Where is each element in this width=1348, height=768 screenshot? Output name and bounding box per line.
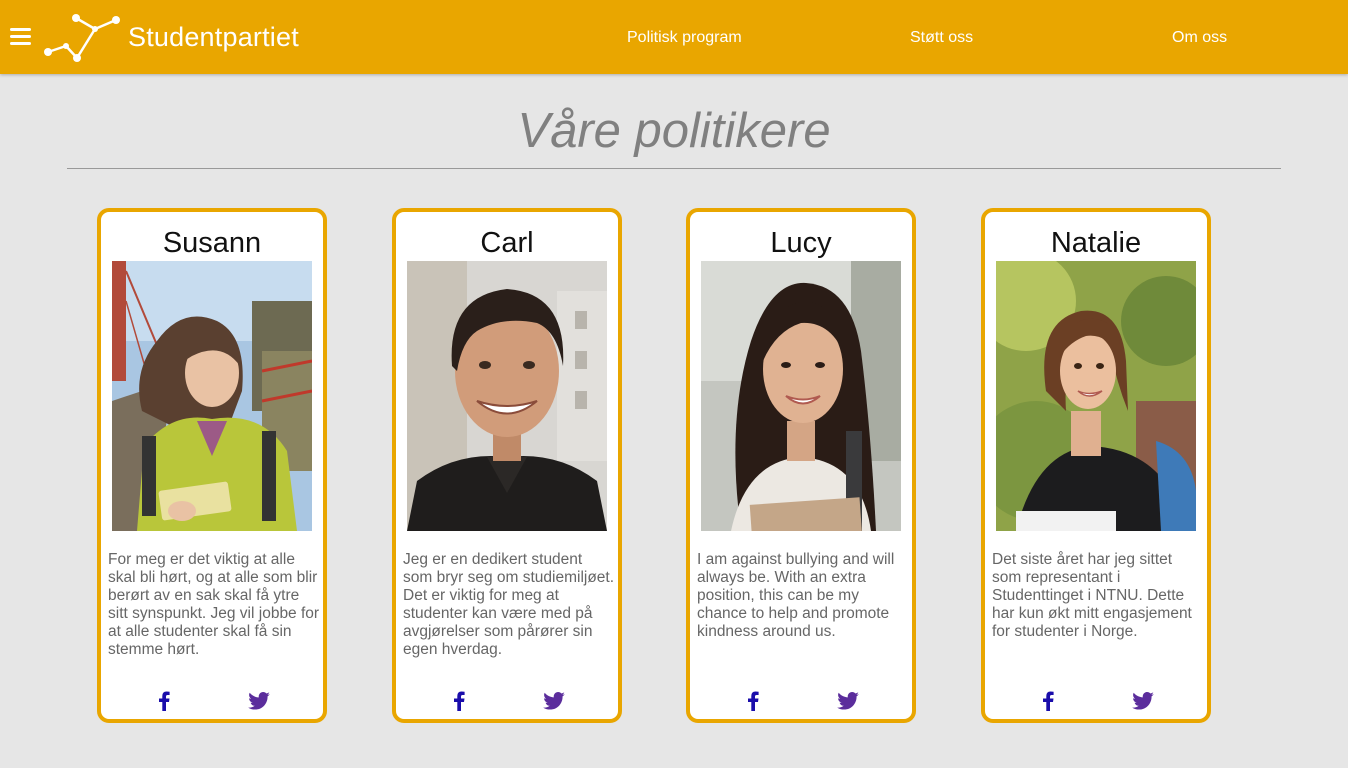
brand-name[interactable]: Studentpartiet <box>128 22 299 53</box>
nav-link-support-us[interactable]: Støtt oss <box>910 29 973 47</box>
politician-name: Carl <box>480 227 534 259</box>
facebook-icon[interactable] <box>1037 690 1059 712</box>
twitter-icon[interactable] <box>836 690 860 712</box>
twitter-icon[interactable] <box>1131 690 1155 712</box>
politician-bio: I am against bullying and will always be… <box>697 551 895 640</box>
politician-bio: Jeg er en dedikert student som bryr seg … <box>403 551 615 658</box>
politician-name: Lucy <box>770 227 832 259</box>
politician-card: Susann For meg er det viktig at alle ska… <box>97 208 327 723</box>
nav-link-about-us[interactable]: Om oss <box>1172 29 1227 47</box>
politician-photo <box>407 261 607 531</box>
facebook-icon[interactable] <box>153 690 175 712</box>
politician-photo <box>112 261 312 531</box>
constellation-logo-icon[interactable] <box>42 10 124 66</box>
nav-link-political-program[interactable]: Politisk program <box>627 29 742 47</box>
politician-card: Natalie Det siste året har jeg sittet so… <box>981 208 1211 723</box>
twitter-icon[interactable] <box>247 690 271 712</box>
politician-photo <box>701 261 901 531</box>
politician-card: Carl Jeg er en dedikert student som bryr… <box>392 208 622 723</box>
politician-name: Natalie <box>1050 227 1142 259</box>
twitter-icon[interactable] <box>542 690 566 712</box>
top-navbar: Studentpartiet Politisk program Støtt os… <box>0 0 1348 74</box>
politician-photo <box>996 261 1196 531</box>
politician-name: Susann <box>162 227 262 259</box>
facebook-icon[interactable] <box>742 690 764 712</box>
hamburger-menu-icon[interactable] <box>10 28 31 46</box>
politician-bio: Det siste året har jeg sittet som repres… <box>992 551 1192 640</box>
title-divider <box>67 168 1281 169</box>
politician-card: Lucy I am against bullying and will alwa… <box>686 208 916 723</box>
page-title: Våre politikere <box>517 104 831 158</box>
politician-bio: For meg er det viktig at alle skal bli h… <box>108 551 320 658</box>
facebook-icon[interactable] <box>448 690 470 712</box>
